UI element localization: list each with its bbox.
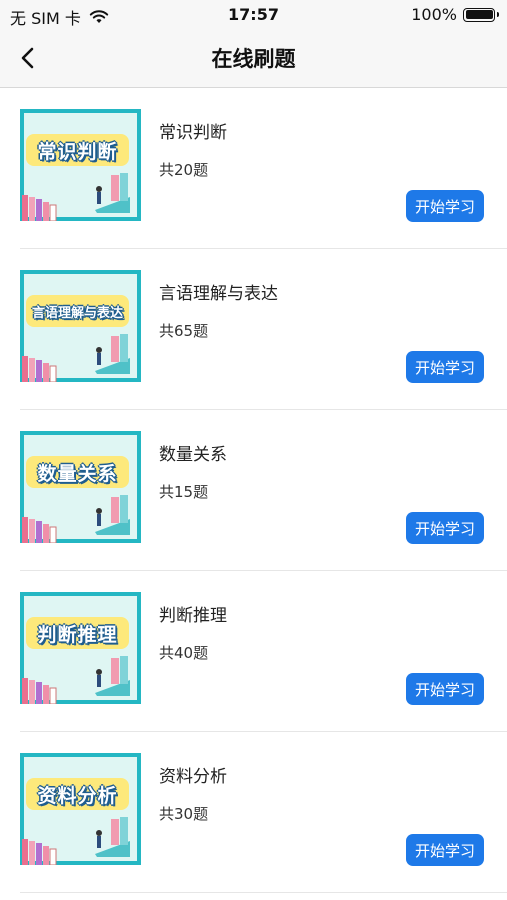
books-illustration xyxy=(22,839,57,865)
battery-percent: 100% xyxy=(411,5,457,24)
item-count: 共15题 xyxy=(159,483,209,501)
student-illustration xyxy=(95,817,130,857)
divider xyxy=(20,891,507,893)
course-cover-image: 资料分析 xyxy=(20,753,141,865)
list-item[interactable]: 资料分析 资料分析 共30题 开始学习 xyxy=(0,732,507,893)
item-count: 共40题 xyxy=(159,644,209,662)
status-bar: 无 SIM 卡 17:57 100% xyxy=(0,0,507,30)
item-count: 共20题 xyxy=(159,161,209,179)
start-learning-button[interactable]: 开始学习 xyxy=(406,834,484,866)
student-illustration xyxy=(95,495,130,535)
item-title: 数量关系 xyxy=(159,445,227,465)
student-illustration xyxy=(95,173,130,213)
start-learning-button[interactable]: 开始学习 xyxy=(406,351,484,383)
item-title: 判断推理 xyxy=(159,606,227,626)
item-title: 资料分析 xyxy=(159,767,227,787)
books-illustration xyxy=(22,678,57,704)
status-right: 100% xyxy=(411,5,499,24)
student-illustration xyxy=(95,334,130,374)
item-title: 言语理解与表达 xyxy=(159,284,278,304)
course-cover-image: 常识判断 xyxy=(20,109,141,221)
books-illustration xyxy=(22,195,57,221)
books-illustration xyxy=(22,356,57,382)
item-count: 共65题 xyxy=(159,322,209,340)
item-count: 共30题 xyxy=(159,805,209,823)
question-bank-list: 常识判断 常识判断 共20题 开始学习 言语理解与表达 言语理解与表达 共65题… xyxy=(0,88,507,893)
cover-label: 判断推理 xyxy=(37,623,118,646)
cover-label: 言语理解与表达 xyxy=(31,305,123,321)
item-title: 常识判断 xyxy=(159,123,227,143)
cover-label: 常识判断 xyxy=(37,140,118,163)
start-learning-button[interactable]: 开始学习 xyxy=(406,190,484,222)
list-item[interactable]: 言语理解与表达 言语理解与表达 共65题 开始学习 xyxy=(0,249,507,410)
start-learning-button[interactable]: 开始学习 xyxy=(406,512,484,544)
battery-icon xyxy=(463,7,499,22)
cover-label: 资料分析 xyxy=(37,784,118,807)
cover-label: 数量关系 xyxy=(37,462,118,485)
start-learning-button[interactable]: 开始学习 xyxy=(406,673,484,705)
page-title: 在线刷题 xyxy=(211,47,296,71)
course-cover-image: 判断推理 xyxy=(20,592,141,704)
list-item[interactable]: 数量关系 数量关系 共15题 开始学习 xyxy=(0,410,507,571)
course-cover-image: 数量关系 xyxy=(20,431,141,543)
list-item[interactable]: 判断推理 判断推理 共40题 开始学习 xyxy=(0,571,507,732)
course-cover-image: 言语理解与表达 xyxy=(20,270,141,382)
books-illustration xyxy=(22,517,57,543)
student-illustration xyxy=(95,656,130,696)
list-item[interactable]: 常识判断 常识判断 共20题 开始学习 xyxy=(0,88,507,249)
nav-bar: 在线刷题 xyxy=(0,30,507,88)
